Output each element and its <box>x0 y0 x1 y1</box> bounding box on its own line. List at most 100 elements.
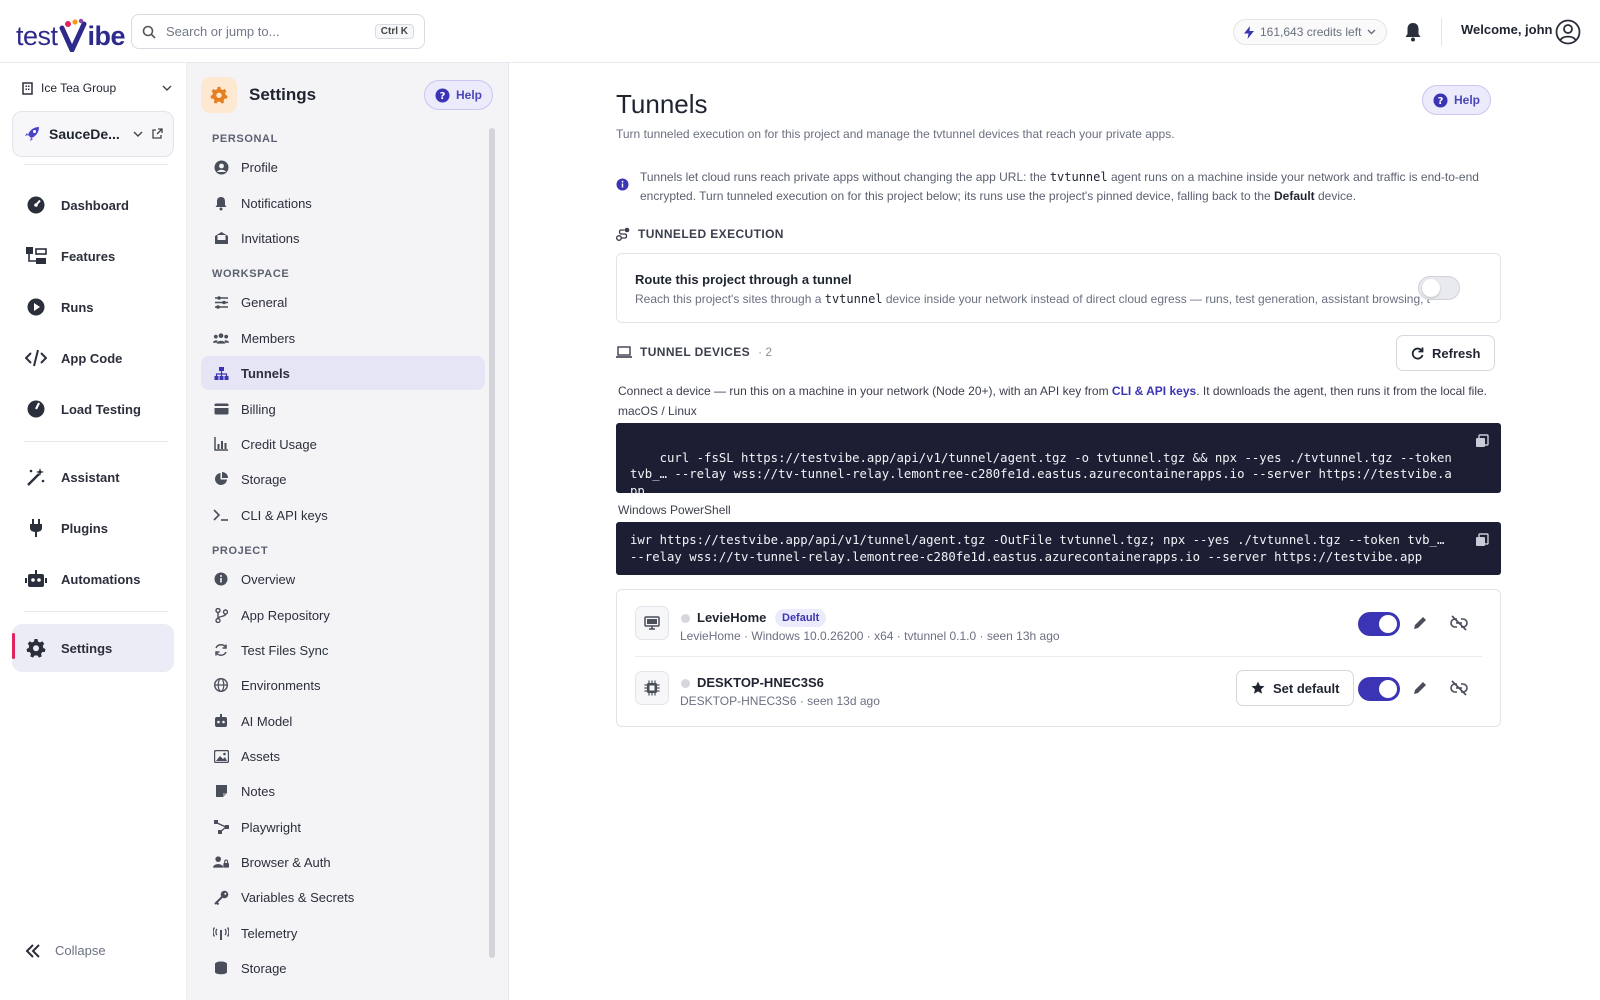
nav-features[interactable]: Features <box>12 234 174 278</box>
chevron-down-icon <box>162 85 172 91</box>
pencil-icon[interactable] <box>1409 612 1431 634</box>
connect-text: . It downloads the agent, then runs it f… <box>1196 384 1488 398</box>
lightning-icon <box>1244 25 1254 39</box>
settings-item-cli-api-keys[interactable]: CLI & API keys <box>201 498 485 532</box>
settings-item-profile[interactable]: Profile <box>201 150 485 184</box>
settings-item-ai-model[interactable]: AI Model <box>201 704 485 738</box>
bell-icon[interactable] <box>1402 21 1424 43</box>
settings-gear-badge <box>201 77 237 113</box>
info-text: Tunnels let cloud runs reach private app… <box>640 170 1050 184</box>
settings-item-overview[interactable]: Overview <box>201 562 485 596</box>
nav-load-testing[interactable]: Load Testing <box>12 387 174 431</box>
settings-item-storage-project[interactable]: Storage <box>201 951 485 985</box>
settings-item-app-repository[interactable]: App Repository <box>201 598 485 632</box>
device-row: LevieHome Default LevieHome · Windows 10… <box>635 592 1482 654</box>
device-meta: LevieHome · Windows 10.0.26200 · x64 · t… <box>680 629 1060 643</box>
device-status-dot <box>681 614 690 623</box>
settings-item-test-files-sync[interactable]: Test Files Sync <box>201 633 485 667</box>
set-default-button[interactable]: Set default <box>1236 670 1355 706</box>
windows-powershell-label: Windows PowerShell <box>618 503 731 517</box>
main-content: Tunnels ? Help Turn tunneled execution o… <box>509 63 1600 1000</box>
settings-item-environments[interactable]: Environments <box>201 668 485 702</box>
device-enabled-toggle[interactable] <box>1358 677 1400 701</box>
terminal-icon <box>213 509 228 521</box>
device-meta: DESKTOP-HNEC3S6 · seen 13d ago <box>680 694 880 708</box>
nav-runs[interactable]: Runs <box>12 285 174 329</box>
nav-label: Runs <box>61 299 94 315</box>
svg-text:?: ? <box>1438 96 1444 107</box>
copy-icon[interactable] <box>1475 434 1489 448</box>
page-help-button[interactable]: ? Help <box>1422 85 1492 115</box>
settings-item-members[interactable]: Members <box>201 321 485 355</box>
route-tunnel-card: Route this project through a tunnel Reac… <box>616 253 1501 323</box>
info-bold: Default <box>1274 189 1315 203</box>
macos-command-block[interactable]: curl -fsSL https://testvibe.app/api/v1/t… <box>616 423 1501 498</box>
macos-command: curl -fsSL https://testvibe.app/api/v1/t… <box>630 450 1460 498</box>
settings-help-button[interactable]: ? Help <box>424 80 494 110</box>
nav-plugins[interactable]: Plugins <box>12 506 174 550</box>
code-icon <box>25 349 47 367</box>
org-selector[interactable]: Ice Tea Group <box>22 81 172 95</box>
search-box[interactable]: Search or jump to... Ctrl K <box>131 14 425 49</box>
nodes-icon <box>213 820 229 834</box>
settings-item-credit-usage[interactable]: Credit Usage <box>201 427 485 461</box>
nav-assistant[interactable]: Assistant <box>12 455 174 499</box>
connect-text: Connect a device — run this on a machine… <box>618 384 1112 398</box>
settings-item-storage[interactable]: Storage <box>201 462 485 496</box>
nav-label: Features <box>61 248 116 264</box>
pencil-icon[interactable] <box>1409 677 1431 699</box>
info-text: device. <box>1314 189 1357 203</box>
settings-item-billing[interactable]: Billing <box>201 392 485 426</box>
refresh-button[interactable]: Refresh <box>1396 335 1496 371</box>
windows-command-block[interactable]: iwr https://testvibe.app/api/v1/tunnel/a… <box>616 522 1501 575</box>
collapse-sidebar-button[interactable]: Collapse <box>25 943 106 958</box>
project-selector[interactable]: SauceDe... <box>12 111 174 157</box>
user-circle-icon <box>214 160 228 174</box>
top-bar: test ibe Search or jump to... Ctrl K 161… <box>0 0 1600 63</box>
bar-chart-icon <box>214 437 228 451</box>
testvibe-logo[interactable]: test ibe <box>16 12 126 52</box>
settings-item-general[interactable]: General <box>201 285 485 319</box>
settings-item-notifications[interactable]: Notifications <box>201 186 485 220</box>
toggle-knob <box>1422 279 1440 297</box>
desc-text: Reach this project's sites through a <box>635 292 825 306</box>
divider <box>24 164 168 165</box>
user-avatar-icon[interactable] <box>1555 19 1581 45</box>
settings-item-playwright[interactable]: Playwright <box>201 810 485 844</box>
settings-item-assets[interactable]: Assets <box>201 739 485 773</box>
settings-item-invitations[interactable]: Invitations <box>201 221 485 255</box>
unlink-icon[interactable] <box>1448 612 1470 634</box>
macos-linux-label: macOS / Linux <box>618 404 697 418</box>
help-icon: ? <box>435 88 450 102</box>
settings-item-browser-auth[interactable]: Browser & Auth <box>201 845 485 879</box>
settings-sidebar: Settings ? Help PERSONAL Profile Notific… <box>187 63 509 1000</box>
page-subtitle: Turn tunneled execution on for this proj… <box>616 127 1175 141</box>
nav-app-code[interactable]: App Code <box>12 336 174 380</box>
play-icon <box>27 298 45 316</box>
key-icon <box>213 890 228 905</box>
building-icon <box>22 81 33 95</box>
nav-automations[interactable]: Automations <box>12 557 174 601</box>
nav-dashboard[interactable]: Dashboard <box>12 183 174 227</box>
settings-item-notes[interactable]: Notes <box>201 774 485 808</box>
settings-item-variables-secrets[interactable]: Variables & Secrets <box>201 880 485 914</box>
sync-icon <box>215 644 227 656</box>
settings-item-tunnels[interactable]: Tunnels <box>201 356 485 390</box>
unlink-icon[interactable] <box>1448 677 1470 699</box>
external-link-icon[interactable] <box>151 128 163 140</box>
settings-sidebar-scrollbar[interactable] <box>489 128 495 958</box>
device-enabled-toggle[interactable] <box>1358 612 1400 636</box>
images-icon <box>213 749 229 763</box>
logo-v-mark-icon <box>59 18 87 52</box>
nav-settings[interactable]: Settings <box>12 624 174 672</box>
cli-api-keys-link[interactable]: CLI & API keys <box>1112 384 1196 398</box>
network-icon <box>214 366 228 380</box>
route-tunnel-toggle[interactable] <box>1418 276 1460 300</box>
credits-dropdown[interactable]: 161,643 credits left <box>1233 19 1388 45</box>
device-icon-box <box>635 671 669 705</box>
section-heading: TUNNELED EXECUTION <box>638 227 784 241</box>
chevron-down-icon <box>133 131 143 137</box>
copy-icon[interactable] <box>1475 533 1489 547</box>
bell-icon <box>215 196 227 210</box>
settings-item-telemetry[interactable]: Telemetry <box>201 916 485 950</box>
